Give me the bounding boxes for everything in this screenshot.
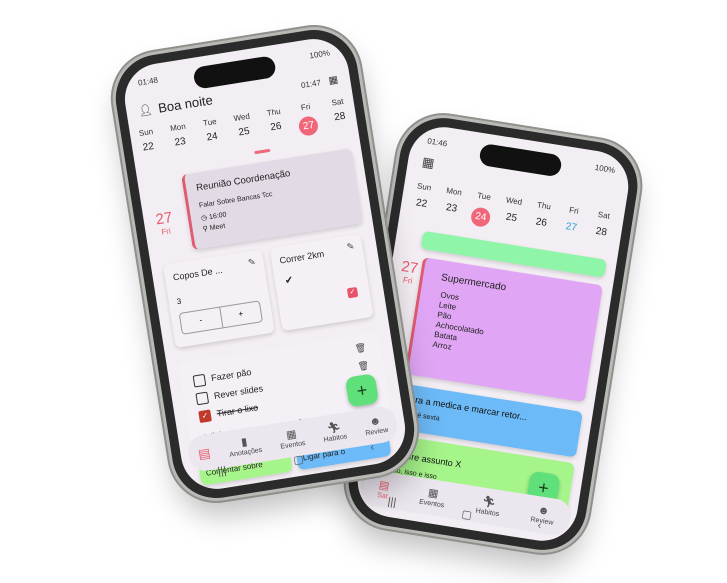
day-name: Sat (330, 96, 345, 108)
day-24[interactable]: 24 (199, 130, 226, 153)
nav-label: Anotações (229, 446, 263, 459)
day-name: Sun (138, 126, 154, 139)
day-name: Wed (232, 111, 251, 124)
habit-title: Copos De ... (172, 264, 224, 283)
task-checkbox[interactable] (192, 373, 207, 388)
home-icon[interactable]: ▢ (292, 452, 304, 466)
calendar-icon[interactable]: ▦ (328, 74, 339, 86)
day-name: Wed (505, 195, 523, 207)
event-time: 16:00 (208, 211, 227, 222)
note-items: Ovos Leite Pão Achocolatado Batata Arroz (432, 290, 489, 357)
location-icon: ⚲ (202, 225, 209, 234)
date-label: 27 Fri (399, 257, 420, 286)
day-27[interactable]: 27 (557, 220, 584, 243)
day-25[interactable]: 25 (497, 211, 524, 234)
edit-icon[interactable]: ✎ (247, 257, 256, 269)
date-number: 27 (154, 209, 174, 229)
nav-label: Eventos (279, 439, 307, 451)
event-card[interactable]: Reunião Coordenação Falar Sobre Bancas T… (181, 148, 363, 251)
nav-habits[interactable]: 🏃︎ Habitos (321, 420, 348, 444)
minus-button[interactable]: - (179, 307, 223, 334)
status-battery: 100% (308, 48, 331, 61)
event-title: Reunião Coordenação (195, 168, 292, 194)
habit-card-correr[interactable]: Correr 2km ✎ ✔ ✓ (269, 233, 374, 332)
note-card-supermercado[interactable]: Supermercado Ovos Leite Pão Achocolatado… (404, 257, 603, 403)
day-name: Thu (536, 200, 552, 212)
recents-icon[interactable]: ||| (217, 465, 228, 479)
today-marker: 27 (297, 115, 320, 137)
day-26[interactable]: 26 (263, 120, 290, 143)
habit-title: Correr 2km (278, 248, 325, 266)
header-clock: 01:47 (300, 77, 322, 90)
day-25[interactable]: 25 (231, 125, 258, 148)
camera-island (478, 142, 563, 178)
selected-indicator (254, 148, 271, 155)
task-checkbox-checked[interactable]: ✓ (198, 409, 212, 424)
recents-icon[interactable]: ||| (387, 496, 397, 510)
nav-label: Review (364, 426, 389, 438)
task-label: Rever slides (213, 383, 264, 401)
day-23[interactable]: 23 (437, 201, 464, 224)
front-screen: 01:48 100% 👤︎ Boa noite 01:47 ▦ Sun Mon … (119, 33, 411, 495)
day-28[interactable]: 28 (327, 110, 354, 133)
day-name: Mon (169, 121, 187, 134)
task-checkbox[interactable] (195, 391, 210, 406)
habit-card-copos[interactable]: Copos De ... ✎ 3 - + (162, 249, 275, 348)
person-icon[interactable]: 👤︎ (137, 102, 154, 117)
calendar-icon[interactable]: ▦ (421, 154, 435, 172)
task-label: Fazer pão (210, 366, 253, 384)
day-name: Fri (300, 102, 311, 113)
day-27[interactable]: 27 (295, 115, 322, 138)
habit-checkbox[interactable]: ✓ (346, 286, 359, 299)
day-name: Sun (416, 181, 432, 193)
day-name: Sat (597, 210, 611, 221)
day-name: Fri (568, 205, 580, 216)
trash-icon[interactable]: 🗑︎ (354, 338, 368, 358)
event-desc: Falar Sobre Bancas Tcc (198, 191, 273, 210)
day-22[interactable]: 22 (408, 196, 435, 219)
home-icon[interactable]: ▢ (461, 507, 473, 521)
day-23[interactable]: 23 (168, 135, 195, 158)
day-26[interactable]: 26 (527, 215, 554, 238)
day-name: Thu (266, 106, 282, 118)
back-icon[interactable]: ‹ (537, 519, 543, 532)
status-time: 01:46 (426, 136, 448, 149)
event-place: Meet (209, 222, 226, 233)
day-28[interactable]: 28 (587, 225, 614, 248)
clock-icon: ◷ (200, 214, 208, 223)
task-item[interactable]: Fazer pão (192, 366, 253, 388)
nav-events[interactable]: ▦ Eventos (278, 427, 306, 451)
check-icon: ✔ (284, 274, 295, 288)
front-phone: 01:48 100% 👤︎ Boa noite 01:47 ▦ Sun Mon … (109, 23, 421, 505)
task-label: Tirar o lixo (216, 402, 259, 419)
plus-button[interactable]: + (220, 301, 262, 327)
add-fab[interactable]: + (344, 373, 380, 408)
note-title: Supermercado (440, 272, 507, 294)
nav-review[interactable]: ☻ Review (363, 414, 389, 437)
day-name: Tue (202, 116, 218, 128)
trash-icon[interactable]: 🗑︎ (356, 356, 370, 376)
date-label: 27 Fri (154, 209, 175, 237)
day-name: Mon (445, 186, 463, 198)
nav-annotations[interactable]: ▮ Anotações (227, 434, 263, 459)
note-icon: ▮ (240, 436, 249, 449)
nav-tasks[interactable]: ▤ (196, 444, 212, 462)
habit-stepper: - + (178, 300, 264, 335)
event-time-row: ◷ 16:00 (200, 210, 227, 222)
day-name: Tue (476, 190, 492, 202)
today-marker: 24 (469, 206, 492, 229)
date-number: 27 (400, 257, 420, 278)
habit-count: 3 (176, 296, 182, 307)
status-time: 01:48 (137, 75, 159, 88)
day-22[interactable]: 22 (136, 140, 163, 163)
status-battery: 100% (594, 162, 616, 176)
day-24[interactable]: 24 (467, 206, 494, 229)
edit-icon[interactable]: ✎ (346, 241, 355, 253)
back-icon[interactable]: ‹ (370, 441, 376, 454)
task-item[interactable]: ✓ Tirar o lixo (198, 402, 259, 424)
checklist-icon: ▤ (196, 444, 212, 462)
event-place-row: ⚲ Meet (202, 222, 226, 234)
